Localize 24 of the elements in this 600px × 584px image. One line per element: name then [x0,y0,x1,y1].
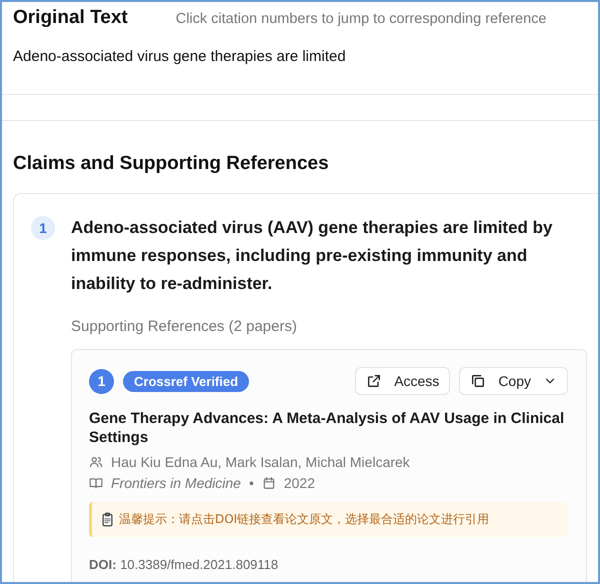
year-text: 2022 [284,475,315,491]
copy-icon [470,373,486,389]
claim-text: Adeno-associated virus (AAV) gene therapies are limited by immune responses, including pre-existing immunity and inability to re-administer. [71,217,554,295]
authors-text: Hau Kiu Edna Au, Mark Isalan, Michal Mielcarek [111,454,410,470]
claim-number[interactable]: 1 [31,216,55,240]
original-text: Adeno-associated virus gene therapies are limited [13,48,347,65]
calendar-icon [262,476,276,490]
hint-text: Click citation numbers to jump to corresponding reference [176,11,546,27]
journal-name: Frontiers in Medicine [111,475,241,491]
reference-number[interactable]: 1 [89,368,114,394]
people-icon [89,455,103,469]
copy-button[interactable]: Copy [459,367,568,395]
book-icon [89,476,103,490]
clipboard-icon [100,512,115,527]
access-button[interactable]: Access [355,367,450,395]
separator-dot: • [248,475,254,491]
notice-text: 温馨提示：请点击DOI链接查看论文原文，选择最合适的论文进行引用 [119,511,490,528]
reference-title[interactable]: Gene Therapy Advances: A Meta-Analysis of AAV Usage in Clinical Settings [89,409,568,447]
external-link-icon [366,373,382,389]
section-title: Original Text [13,7,128,29]
references-heading: Supporting References (2 papers) [71,318,298,335]
section-title: Claims and Supporting References [13,153,330,175]
doi-text: DOI: 10.3389/fmed.2021.809118 [89,557,280,572]
verified-badge: Crossref Verified [123,370,250,392]
